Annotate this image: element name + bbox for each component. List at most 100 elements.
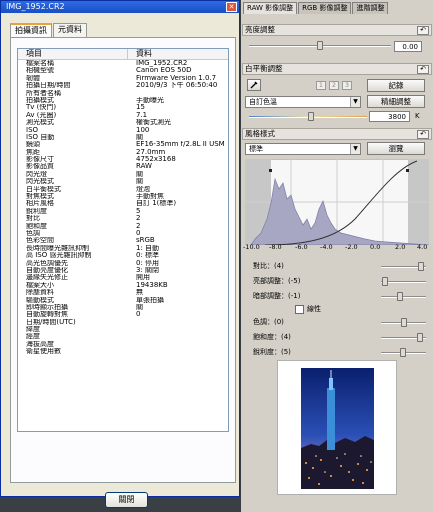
info-row-value <box>128 319 136 326</box>
info-row-key: 影像品質 <box>26 163 54 171</box>
info-row[interactable]: 檔案名稱 IMG_1952.CR2 <box>18 60 228 67</box>
info-row[interactable]: 對比 2 <box>18 215 228 222</box>
info-row-value: 手動對焦 <box>136 193 164 201</box>
info-row[interactable]: 所有者名稱 <box>18 90 228 97</box>
info-row[interactable]: ISO 自動 關 <box>18 134 228 141</box>
white-balance-mode-select[interactable]: 自訂色溫 ▼ <box>245 96 361 108</box>
info-table-header: 項目 資料 <box>18 49 228 60</box>
info-row-key: Av (光圈) <box>26 111 57 119</box>
info-row[interactable]: 自動亮度優化 3: 關閉 <box>18 267 228 274</box>
info-row-value: Canon EOS 50D <box>136 67 192 75</box>
info-row-key: 韌體 <box>26 74 40 82</box>
info-row[interactable]: 除塵資料 無 <box>18 289 228 296</box>
fine-tune-button[interactable]: 精細調整 <box>367 95 425 108</box>
picture-style-reset-icon[interactable]: ↶ <box>417 130 429 139</box>
axis-tick: -10.0 <box>243 243 260 251</box>
info-row[interactable]: 對焦模式 手動對焦 <box>18 193 228 200</box>
contrast-label: 對比：(4) <box>253 262 284 270</box>
sharpness-slider-thumb[interactable] <box>400 348 406 357</box>
info-row[interactable]: 影像尺寸 4752x3168 <box>18 156 228 163</box>
info-row-value: 5 <box>136 207 141 215</box>
info-row[interactable]: Tv (快門) 15 <box>18 104 228 111</box>
wb-preset-1[interactable]: 1 <box>316 81 326 90</box>
color-temperature-field[interactable]: 3800 <box>369 111 410 122</box>
info-row[interactable]: 驅動模式 單張拍攝 <box>18 297 228 304</box>
tab-metadata[interactable]: 元資料 <box>53 23 87 37</box>
info-row[interactable]: 閃光模式 關 <box>18 178 228 185</box>
close-button[interactable]: 關閉 <box>105 492 148 508</box>
info-row[interactable]: 自動旋轉對焦 0 <box>18 311 228 318</box>
saturation-slider-thumb[interactable] <box>417 333 423 342</box>
saturation-label: 飽和度：(4) <box>253 333 291 341</box>
info-row[interactable]: 焦距 27.0mm <box>18 149 228 156</box>
info-row[interactable]: 即時顯示拍攝 關 <box>18 304 228 311</box>
brightness-slider-thumb[interactable] <box>317 41 323 50</box>
info-row[interactable]: 影像品質 RAW <box>18 163 228 170</box>
info-row[interactable]: 長時間曝光雜訊抑制 1: 自動 <box>18 245 228 252</box>
info-row[interactable]: 拍攝模式 手動曝光 <box>18 97 228 104</box>
wb-preset-3[interactable]: 3 <box>342 81 352 90</box>
info-row-key: 銳利度 <box>26 207 47 215</box>
eyedropper-icon[interactable] <box>247 79 261 91</box>
info-row[interactable]: 緯度 <box>18 326 228 333</box>
info-row[interactable]: 高光色調優先 0: 停用 <box>18 260 228 267</box>
info-row[interactable]: 飽和度 2 <box>18 223 228 230</box>
info-row[interactable]: 韌體 Firmware Version 1.0.7 <box>18 75 228 82</box>
info-row[interactable]: 色彩空間 sRGB <box>18 237 228 244</box>
shadow-slider-track[interactable] <box>381 296 426 298</box>
info-row[interactable]: 經度 <box>18 333 228 340</box>
info-row[interactable]: 色調 0 <box>18 230 228 237</box>
browse-button[interactable]: 瀏覽 <box>367 142 425 155</box>
color-temperature-slider-thumb[interactable] <box>308 112 314 121</box>
info-row-value: 2 <box>136 215 141 223</box>
histogram-tone-curve[interactable] <box>245 159 429 245</box>
tone-slider-thumb[interactable] <box>401 318 407 327</box>
record-button[interactable]: 記錄 <box>367 79 425 92</box>
info-row-value: IMG_1952.CR2 <box>136 60 188 67</box>
picture-style-select[interactable]: 標準 ▼ <box>245 143 361 155</box>
tab-rgb-adjust[interactable]: RGB 影像調整 <box>298 2 352 14</box>
info-row[interactable]: 鏡頭 EF16-35mm f/2.8L II USM <box>18 141 228 148</box>
info-row-key: 所有者名稱 <box>26 89 61 97</box>
info-row[interactable]: 白平衡模式 燈泡 <box>18 186 228 193</box>
info-row[interactable]: Av (光圈) 7.1 <box>18 112 228 119</box>
white-balance-reset-icon[interactable]: ↶ <box>417 65 429 74</box>
info-row-key: 自動亮度優化 <box>26 266 68 274</box>
shadow-slider-thumb[interactable] <box>397 292 403 301</box>
brightness-reset-icon[interactable]: ↶ <box>417 26 429 35</box>
tab-raw-adjust[interactable]: RAW 影像調整 <box>243 2 298 14</box>
white-balance-section-header: 白平衡調整 ↶ <box>242 63 432 75</box>
info-row-value: Firmware Version 1.0.7 <box>136 74 217 82</box>
linear-checkbox[interactable] <box>295 305 304 314</box>
info-row-value: sRGB <box>136 237 155 245</box>
city-night-thumbnail[interactable] <box>301 368 374 489</box>
brightness-label: 亮度調整 <box>245 25 275 34</box>
info-row[interactable]: 衛星使用數 <box>18 348 228 355</box>
info-row[interactable]: 高 ISO 感光雜訊抑制 0: 標準 <box>18 252 228 259</box>
info-row[interactable]: 相片風格 自訂 1(標準) <box>18 200 228 207</box>
info-row[interactable]: 測光模式 權衡式測光 <box>18 119 228 126</box>
info-row[interactable]: 邊緣失光修正 開用 <box>18 274 228 281</box>
window-close-icon[interactable]: ✕ <box>226 2 237 12</box>
info-row-value: RAW <box>136 163 152 171</box>
contrast-slider-thumb[interactable] <box>418 262 424 271</box>
brightness-value-field[interactable]: 0.00 <box>394 41 422 52</box>
info-row[interactable]: ISO 100 <box>18 127 228 134</box>
info-row[interactable]: 銳利度 5 <box>18 208 228 215</box>
info-row[interactable]: 日期/時間(UTC) <box>18 319 228 326</box>
info-row[interactable]: 閃光燈 關 <box>18 171 228 178</box>
info-row-value <box>128 348 136 355</box>
info-row[interactable]: 海拔高度 <box>18 341 228 348</box>
column-header-item[interactable]: 項目 <box>18 49 128 59</box>
tab-shooting-info[interactable]: 拍攝資訊 <box>10 23 52 38</box>
column-header-data[interactable]: 資料 <box>128 49 152 59</box>
info-row-value <box>128 333 136 340</box>
highlight-slider-thumb[interactable] <box>382 277 388 286</box>
info-row-key: 高光色調優先 <box>26 259 68 267</box>
info-row[interactable]: 相機型號 Canon EOS 50D <box>18 67 228 74</box>
info-row[interactable]: 拍攝日期/時間 2010/9/3 下午 06:50:40 <box>18 82 228 89</box>
info-row-value: 2010/9/3 下午 06:50:40 <box>136 82 218 90</box>
wb-preset-2[interactable]: 2 <box>329 81 339 90</box>
info-row[interactable]: 檔案大小 19438KB <box>18 282 228 289</box>
tab-advanced[interactable]: 進階調整 <box>352 2 389 14</box>
